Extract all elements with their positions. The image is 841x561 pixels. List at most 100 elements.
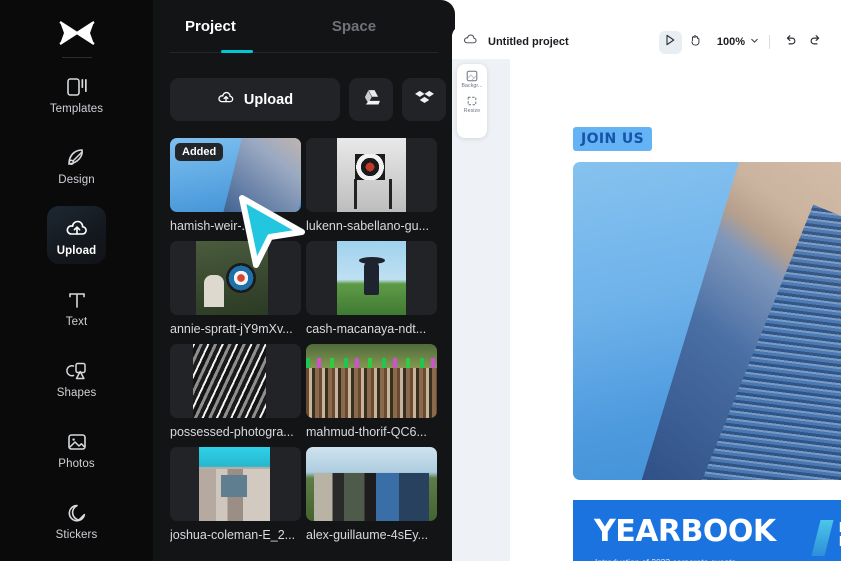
zoom-level[interactable]: 100%	[717, 36, 745, 48]
google-drive-button[interactable]	[349, 78, 393, 121]
tab-active-indicator	[221, 50, 253, 53]
templates-icon	[65, 72, 89, 98]
tab-project[interactable]: Project	[185, 18, 236, 35]
upload-cloud-icon	[65, 214, 89, 240]
sidebar-item-label: Photos	[58, 457, 95, 470]
upload-bar: Upload	[170, 78, 446, 121]
status-badge: Added	[175, 143, 224, 161]
asset-thumbnail[interactable]	[170, 447, 301, 521]
asset-caption: annie-spratt-jY9mXv...	[170, 322, 293, 336]
asset-caption: joshua-coleman-E_2...	[170, 528, 296, 542]
upload-cloud-icon	[217, 90, 235, 110]
asset-caption: possessed-photogra...	[170, 425, 294, 439]
canvas-mini-toolbar: Backgr... Resize	[457, 64, 487, 138]
design-icon	[65, 143, 89, 169]
dropbox-button[interactable]	[402, 78, 446, 121]
logo-bar-shape	[811, 520, 834, 556]
asset-image	[193, 344, 266, 418]
asset-caption: hamish-weir-...	[170, 219, 252, 233]
asset-image	[306, 447, 437, 521]
canvas-photo[interactable]	[573, 162, 841, 480]
resize-tool-label: Resize	[463, 108, 481, 114]
asset-item[interactable]: lukenn-sabellano-gu...	[306, 138, 442, 233]
sidebar-item-label: Text	[65, 315, 88, 328]
hand-tool-button[interactable]	[684, 31, 707, 54]
tab-space[interactable]: Space	[332, 18, 376, 35]
asset-item[interactable]: mahmud-thorif-QC6...	[306, 344, 442, 439]
asset-thumbnail[interactable]	[306, 241, 437, 315]
asset-caption: mahmud-thorif-QC6...	[306, 425, 427, 439]
asset-caption: cash-macanaya-ndt...	[306, 322, 427, 336]
google-drive-icon	[362, 89, 381, 111]
app-root: Templates Design Upload Text Shapes Phot…	[0, 0, 841, 561]
asset-grid: Added hamish-weir-... lukenn-sabellano-g…	[170, 138, 440, 550]
sidebar-item-templates[interactable]: Templates	[47, 64, 106, 122]
undo-button[interactable]	[779, 31, 802, 54]
asset-item[interactable]: joshua-coleman-E_2...	[170, 447, 306, 542]
redo-button[interactable]	[804, 31, 827, 54]
undo-icon	[784, 33, 797, 51]
upload-button-label: Upload	[243, 91, 294, 108]
sidebar-item-design[interactable]: Design	[47, 135, 106, 193]
asset-caption: lukenn-sabellano-gu...	[306, 219, 429, 233]
canvas-footer[interactable]: YEARBOOK Introduction of 2022 corporate …	[573, 500, 841, 561]
asset-thumbnail[interactable]	[306, 138, 437, 212]
resize-icon	[466, 94, 478, 106]
asset-thumbnail[interactable]	[306, 447, 437, 521]
asset-item[interactable]: cash-macanaya-ndt...	[306, 241, 442, 336]
asset-item[interactable]: possessed-photogra...	[170, 344, 306, 439]
text-icon	[65, 285, 89, 311]
asset-item[interactable]: Added hamish-weir-...	[170, 138, 306, 233]
toolbar-divider	[769, 35, 770, 49]
sidebar-item-photos[interactable]: Photos	[47, 419, 106, 477]
editor-toolbar: Untitled project 100%	[452, 25, 841, 59]
cloud-icon	[463, 33, 478, 51]
chevron-down-icon[interactable]	[749, 33, 760, 51]
background-tool[interactable]: Backgr...	[458, 69, 486, 89]
sticker-icon	[65, 498, 89, 524]
select-tool-button[interactable]	[658, 30, 682, 54]
sidebar-item-label: Templates	[49, 102, 104, 115]
sidebar-item-upload[interactable]: Upload	[47, 206, 106, 264]
dropbox-icon	[414, 89, 434, 111]
sidebar-item-label: Design	[58, 173, 95, 186]
cursor-arrow-icon	[664, 33, 676, 51]
project-panel: Project Space Upload Added hamish-weir-.…	[153, 0, 455, 561]
editor-window: Untitled project 100% Backgr... Resize J…	[452, 25, 841, 561]
panel-tabs: Project Space	[153, 0, 455, 52]
asset-thumbnail[interactable]	[306, 344, 437, 418]
sidebar-item-text[interactable]: Text	[47, 277, 106, 335]
shapes-icon	[65, 356, 89, 382]
asset-caption: alex-guillaume-4sEy...	[306, 528, 429, 542]
design-canvas[interactable]: JOIN US YEARBOOK Introduction of 2022 co…	[510, 59, 841, 561]
asset-image	[196, 241, 268, 315]
left-nav-rail: Templates Design Upload Text Shapes Phot…	[0, 0, 153, 561]
join-us-label[interactable]: JOIN US	[573, 127, 653, 151]
asset-image	[306, 344, 437, 418]
background-icon	[466, 69, 478, 82]
sidebar-item-shapes[interactable]: Shapes	[47, 348, 106, 406]
asset-image	[199, 447, 270, 521]
tab-rule	[170, 52, 438, 53]
canvas-title: YEARBOOK	[594, 514, 776, 549]
background-tool-label: Backgr...	[461, 83, 483, 89]
app-logo-icon[interactable]	[51, 16, 103, 50]
rail-items: Templates Design Upload Text Shapes Phot…	[0, 64, 153, 561]
project-title[interactable]: Untitled project	[488, 36, 569, 48]
asset-item[interactable]: alex-guillaume-4sEy...	[306, 447, 442, 542]
canvas-subtitle: Introduction of 2022 corporate events	[595, 557, 736, 561]
asset-thumbnail[interactable]	[170, 344, 301, 418]
asset-image	[337, 138, 406, 212]
editor-body: Backgr... Resize JOIN US YEARBOOK	[452, 59, 841, 561]
asset-thumbnail[interactable]: Added	[170, 138, 301, 212]
sidebar-item-label: Stickers	[55, 528, 98, 541]
asset-thumbnail[interactable]	[170, 241, 301, 315]
asset-item[interactable]: annie-spratt-jY9mXv...	[170, 241, 306, 336]
sidebar-item-stickers[interactable]: Stickers	[47, 490, 106, 548]
sidebar-item-label: Shapes	[56, 386, 97, 399]
resize-tool[interactable]: Resize	[458, 94, 486, 114]
upload-button[interactable]: Upload	[170, 78, 340, 121]
editor-tools: 100%	[658, 25, 827, 59]
photo-icon	[65, 427, 89, 453]
rail-divider	[61, 57, 92, 58]
